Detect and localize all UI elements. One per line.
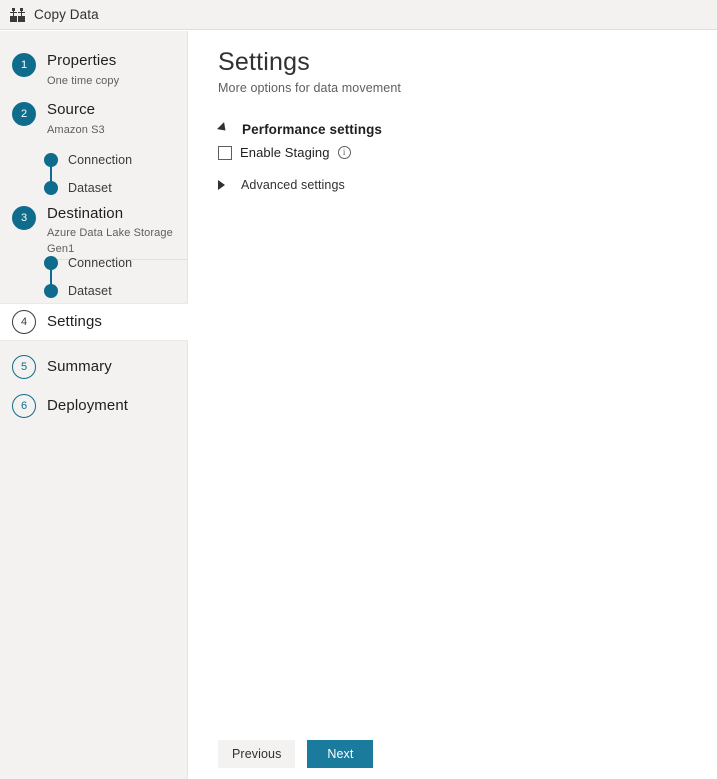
step-number-badge: 2	[12, 102, 36, 126]
sidebar-step-summary[interactable]: 5 Summary	[0, 348, 188, 386]
substep-dot-icon	[44, 153, 58, 167]
next-button[interactable]: Next	[307, 740, 374, 768]
sidebar-step-deployment[interactable]: 6 Deployment	[0, 387, 188, 425]
sidebar-step-properties[interactable]: 1 Properties One time copy	[0, 51, 188, 89]
chevron-down-icon[interactable]	[216, 121, 230, 134]
sidebar-step-source[interactable]: 2 Source Amazon S3	[0, 100, 188, 138]
enable-staging-row[interactable]: Enable Staging i	[218, 145, 351, 160]
window-title: Copy Data	[34, 7, 99, 22]
section-performance-settings[interactable]: Performance settings	[216, 119, 383, 139]
section-title: Performance settings	[242, 121, 383, 137]
step-number-badge: 4	[12, 310, 36, 334]
substep-dot-icon	[44, 284, 58, 298]
settings-panel: Settings More options for data movement …	[189, 31, 717, 779]
substep-label: Dataset	[68, 284, 112, 298]
enable-staging-checkbox[interactable]	[218, 145, 232, 160]
step-number-badge: 6	[12, 394, 36, 418]
sidebar-step-sublabel: Amazon S3	[47, 124, 105, 136]
wizard-footer: Previous Next	[218, 740, 374, 768]
sidebar-step-label: Destination	[47, 205, 124, 222]
step-number-badge: 5	[12, 355, 36, 379]
window-titlebar: Copy Data	[0, 0, 717, 30]
copy-data-icon	[9, 6, 27, 24]
sidebar-step-label: Properties	[47, 52, 117, 69]
substep-label: Connection	[68, 153, 133, 167]
chevron-right-icon[interactable]	[218, 180, 225, 190]
section-advanced-settings[interactable]: Advanced settings	[218, 175, 345, 195]
wizard-sidebar: 1 Properties One time copy 2 Source Amaz…	[0, 31, 188, 779]
substep-dot-icon	[44, 181, 58, 195]
copy-data-wizard: Copy Data 1 Properties One time copy 2 S…	[0, 0, 717, 779]
sidebar-step-label: Deployment	[47, 397, 129, 414]
step-number-badge: 3	[12, 206, 36, 230]
enable-staging-label: Enable Staging	[240, 145, 330, 160]
sidebar-step-label: Settings	[47, 313, 102, 330]
substep-label: Connection	[68, 256, 133, 270]
sidebar-step-settings[interactable]: 4 Settings	[0, 303, 188, 341]
sidebar-step-sublabel: One time copy	[47, 75, 120, 87]
sidebar-step-label: Source	[47, 101, 96, 118]
info-icon[interactable]: i	[337, 146, 351, 159]
section-title: Advanced settings	[241, 178, 345, 192]
substep-dot-icon	[44, 256, 58, 270]
page-title: Settings	[218, 48, 310, 76]
sidebar-step-label: Summary	[47, 358, 112, 375]
substep-label: Dataset	[68, 181, 112, 195]
previous-button[interactable]: Previous	[218, 740, 296, 768]
step-number-badge: 1	[12, 53, 36, 77]
page-subtitle: More options for data movement	[218, 81, 401, 95]
